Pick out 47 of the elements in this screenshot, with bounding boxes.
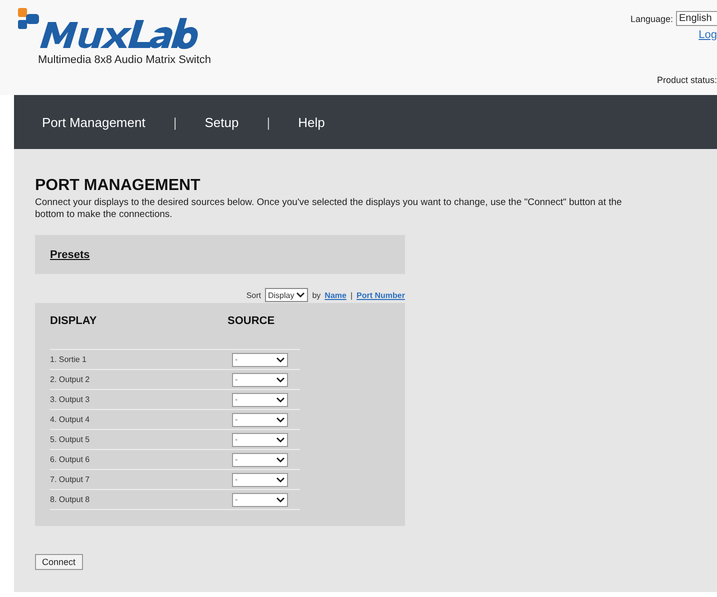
chevron-down-icon <box>296 292 306 298</box>
display-name: 5. Output 5 <box>50 435 91 444</box>
language-dropdown[interactable]: English <box>676 11 717 26</box>
source-dropdown[interactable]: - <box>232 472 288 486</box>
chevron-down-icon <box>276 396 285 402</box>
sort-link[interactable]: Port Number <box>356 290 405 300</box>
source-dropdown[interactable]: - <box>232 372 288 386</box>
link-separator: | <box>350 290 353 300</box>
logout-link[interactable]: Log <box>698 29 717 41</box>
source-dropdown[interactable]: - <box>232 412 288 426</box>
nav-link[interactable]: Setup <box>204 114 239 130</box>
chevron-down-icon <box>276 456 285 462</box>
chevron-down-icon <box>276 496 285 502</box>
page-description: Connect your displays to the desired sources below. Once you've selected the displays you want to change, use the "Connect" button at the bottom to make the connections. <box>35 197 623 221</box>
display-name: 3. Output 3 <box>50 395 91 404</box>
page-title: PORT MANAGEMENT <box>35 177 202 195</box>
source-dropdown[interactable]: - <box>232 492 288 506</box>
nav-separator: | <box>266 114 270 130</box>
source-dropdown[interactable]: - <box>232 452 288 466</box>
column-header: SOURCE <box>228 315 276 329</box>
language-label: Language: <box>630 14 673 24</box>
source-dropdown[interactable]: - <box>232 352 288 366</box>
product-status-label: Product status: <box>656 75 717 85</box>
nav-link[interactable]: Port Management <box>42 114 146 130</box>
source-dropdown[interactable]: - <box>232 432 288 446</box>
connect-button[interactable]: Connect <box>35 554 83 570</box>
sort-dropdown[interactable]: Display <box>264 288 308 302</box>
sort-by-label: by <box>312 290 321 300</box>
chevron-down-icon <box>276 476 285 482</box>
sort-link[interactable]: Name <box>324 290 346 300</box>
chevron-down-icon <box>276 376 285 382</box>
source-dropdown[interactable]: - <box>232 392 288 406</box>
column-header: DISPLAY <box>50 315 98 329</box>
product-subtitle: Multimedia 8x8 Audio Matrix Switch <box>38 54 212 66</box>
display-name: 4. Output 4 <box>50 415 91 424</box>
display-name: 1. Sortie 1 <box>50 355 88 364</box>
chevron-down-icon <box>276 416 285 422</box>
chevron-down-icon <box>276 356 285 362</box>
sort-label: Sort <box>246 290 261 300</box>
nav-link[interactable]: Help <box>298 114 325 130</box>
chevron-down-icon <box>276 436 285 442</box>
nav-separator: | <box>173 114 177 130</box>
display-name: 7. Output 7 <box>50 475 91 484</box>
display-name: 8. Output 8 <box>50 495 91 504</box>
display-name: 6. Output 6 <box>50 455 91 464</box>
display-name: 2. Output 2 <box>50 375 91 384</box>
presets-link[interactable]: Presets <box>50 248 90 260</box>
